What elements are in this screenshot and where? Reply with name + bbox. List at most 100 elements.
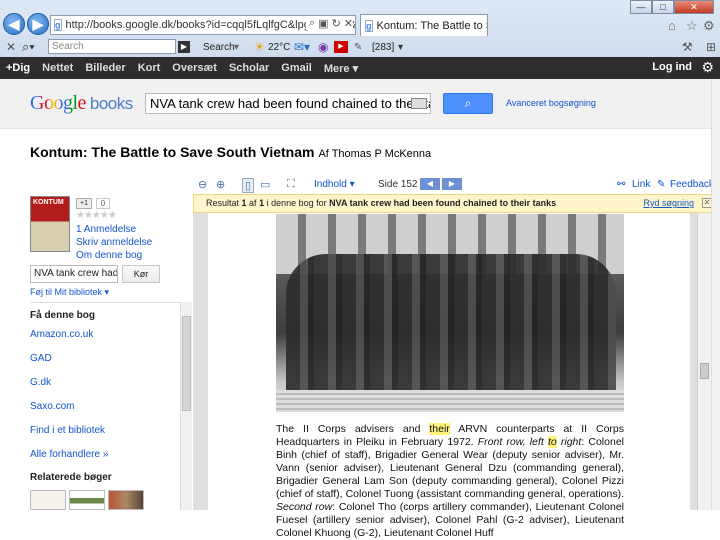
next-page-icon[interactable]: ▶	[442, 178, 462, 190]
result-text: Resultat	[206, 198, 242, 208]
google-bar: +Dig Nettet Billeder Kort Oversæt Schola…	[0, 57, 720, 79]
viewer-toolbar: ⊖ ⊕ ▯ ▭ ⛶ Indhold ▾ Side 152 ◀ ▶ ⚯ Link …	[192, 176, 720, 194]
dropdown-icon[interactable]: ▾	[398, 42, 403, 53]
home-icon[interactable]: ⌂	[668, 18, 676, 33]
page-number: Side 152	[378, 179, 418, 190]
related-heading: Relaterede bøger	[30, 472, 112, 483]
store-link[interactable]: GAD	[30, 353, 52, 364]
result-text: i denne bog for	[264, 198, 330, 208]
keyboard-icon[interactable]	[411, 98, 427, 109]
forward-icon[interactable]: ▶	[27, 13, 49, 35]
search-icon: ⌕	[464, 96, 472, 110]
google-favicon-icon: g	[365, 19, 373, 32]
book-title: Kontum: The Battle to Save South Vietnam	[30, 144, 315, 160]
book-author: Af Thomas P McKenna	[318, 148, 432, 160]
feed-icon[interactable]: ✎	[354, 42, 362, 53]
weather-text[interactable]: 22°C	[268, 42, 290, 53]
add-to-library-link[interactable]: Føj til Mit bibliotek ▾	[30, 287, 109, 298]
scrollbar-thumb[interactable]	[700, 363, 709, 379]
caption-text: The II Corps advisers and	[276, 423, 430, 435]
browser-tab[interactable]: g Kontum: The Battle to Save... ✕	[360, 14, 488, 36]
in-book-search-input[interactable]: NVA tank crew had b	[30, 265, 118, 283]
link-button[interactable]: Link	[632, 179, 650, 190]
toolbar-search-button[interactable]: Search	[203, 42, 235, 53]
related-book-thumbnail[interactable]	[30, 490, 66, 510]
gbar-item[interactable]: Oversæt	[172, 62, 217, 74]
clear-search-link[interactable]: Ryd søgning	[643, 195, 694, 212]
minimize-icon[interactable]: —	[630, 0, 652, 14]
search-query-text: NVA tank crew had been found chained to …	[150, 96, 431, 111]
maximize-icon[interactable]: □	[652, 0, 674, 14]
sidebar-scrollbar[interactable]	[180, 302, 192, 510]
store-link[interactable]: Saxo.com	[30, 401, 74, 412]
gbar-item[interactable]: Nettet	[42, 62, 73, 74]
caption-highlight: to	[547, 436, 557, 448]
zoom-out-icon[interactable]: ⊖	[198, 178, 207, 191]
gbar-item[interactable]: Scholar	[229, 62, 269, 74]
scrollbar-thumb[interactable]	[182, 316, 191, 411]
search-icon[interactable]: ⌕	[309, 17, 315, 30]
toolbar-search-icon[interactable]: ⌕▾	[22, 39, 35, 55]
messenger-icon[interactable]: ◉	[318, 40, 328, 54]
single-page-view-icon[interactable]: ▯	[242, 178, 255, 193]
favorites-icon[interactable]: ☆	[686, 18, 698, 34]
youtube-icon[interactable]: ▶	[334, 41, 348, 53]
all-sellers-link[interactable]: Alle forhandlere »	[30, 449, 108, 460]
refresh-icon[interactable]: ↻	[332, 17, 341, 30]
toolbar-close-icon[interactable]: ✕	[6, 40, 16, 54]
about-book-link[interactable]: Om denne bog	[76, 250, 142, 261]
store-link[interactable]: G.dk	[30, 377, 51, 388]
wrench-icon[interactable]: ⚒	[682, 40, 693, 54]
gear-icon[interactable]: ⚙	[701, 59, 714, 76]
reviews-link[interactable]: 1 Anmeldelse	[76, 224, 136, 235]
advanced-search-link[interactable]: Avanceret bogsøgning	[506, 98, 596, 108]
book-photo	[276, 214, 624, 412]
search-button[interactable]: ⌕	[443, 93, 493, 114]
feedback-button[interactable]: Feedback	[670, 179, 714, 190]
related-book-thumbnail[interactable]	[69, 490, 105, 510]
plus-one-button[interactable]: +1	[76, 198, 92, 209]
gbar-item[interactable]: Kort	[138, 62, 161, 74]
window-scrollbar[interactable]	[711, 79, 720, 510]
related-book-thumbnail[interactable]	[108, 490, 144, 510]
prev-page-icon[interactable]: ◀	[420, 178, 440, 190]
counter-text[interactable]: [283]	[372, 42, 394, 53]
toolbar-search-input[interactable]: Search	[48, 39, 176, 54]
caption-italic: Front row, left	[477, 436, 548, 448]
link-icon[interactable]: ⚯	[617, 179, 625, 190]
add-icon[interactable]: ⊞	[706, 40, 716, 54]
page-scrollbar[interactable]	[697, 213, 711, 510]
feedback-icon[interactable]: ✎	[657, 179, 665, 190]
go-arrow-icon[interactable]: ▶	[178, 41, 190, 53]
zoom-in-icon[interactable]: ⊕	[216, 178, 225, 191]
window-close-icon[interactable]: ✕	[674, 0, 714, 14]
caption-italic: right	[556, 436, 582, 448]
google-favicon-icon: g	[54, 19, 62, 31]
store-link[interactable]: Amazon.co.uk	[30, 329, 93, 340]
close-icon[interactable]: ✕	[344, 17, 353, 30]
books-header: Google books NVA tank crew had been found…	[0, 79, 720, 129]
book-cover[interactable]: KONTUM	[30, 196, 70, 252]
mail-icon[interactable]: ✉▾	[294, 40, 310, 54]
book-search-input[interactable]: NVA tank crew had been found chained to …	[145, 93, 431, 114]
gbar-item-more[interactable]: Mere ▾	[324, 62, 358, 75]
dropdown-icon[interactable]: ▾	[234, 42, 239, 53]
cover-title: KONTUM	[33, 199, 64, 206]
logo-books: books	[89, 94, 133, 113]
fullscreen-icon[interactable]: ⛶	[287, 178, 295, 191]
settings-gear-icon[interactable]: ⚙	[703, 18, 715, 34]
photo-steps	[276, 390, 624, 412]
find-library-link[interactable]: Find i et bibliotek	[30, 425, 105, 436]
login-link[interactable]: Log ind	[652, 61, 692, 73]
write-review-link[interactable]: Skriv anmeldelse	[76, 237, 152, 248]
contents-menu[interactable]: Indhold ▾	[314, 179, 355, 190]
back-icon[interactable]: ◀	[3, 13, 25, 35]
run-search-button[interactable]: Kør	[122, 265, 160, 283]
caption-highlight: their	[429, 423, 450, 435]
gbar-item[interactable]: +Dig	[6, 62, 30, 74]
google-books-logo[interactable]: Google books	[30, 92, 133, 115]
address-bar[interactable]: g http://books.google.dk/books?id=cqql5f…	[50, 15, 356, 35]
gbar-item[interactable]: Billeder	[85, 62, 125, 74]
two-page-view-icon[interactable]: ▭	[260, 178, 270, 191]
gbar-item[interactable]: Gmail	[281, 62, 312, 74]
